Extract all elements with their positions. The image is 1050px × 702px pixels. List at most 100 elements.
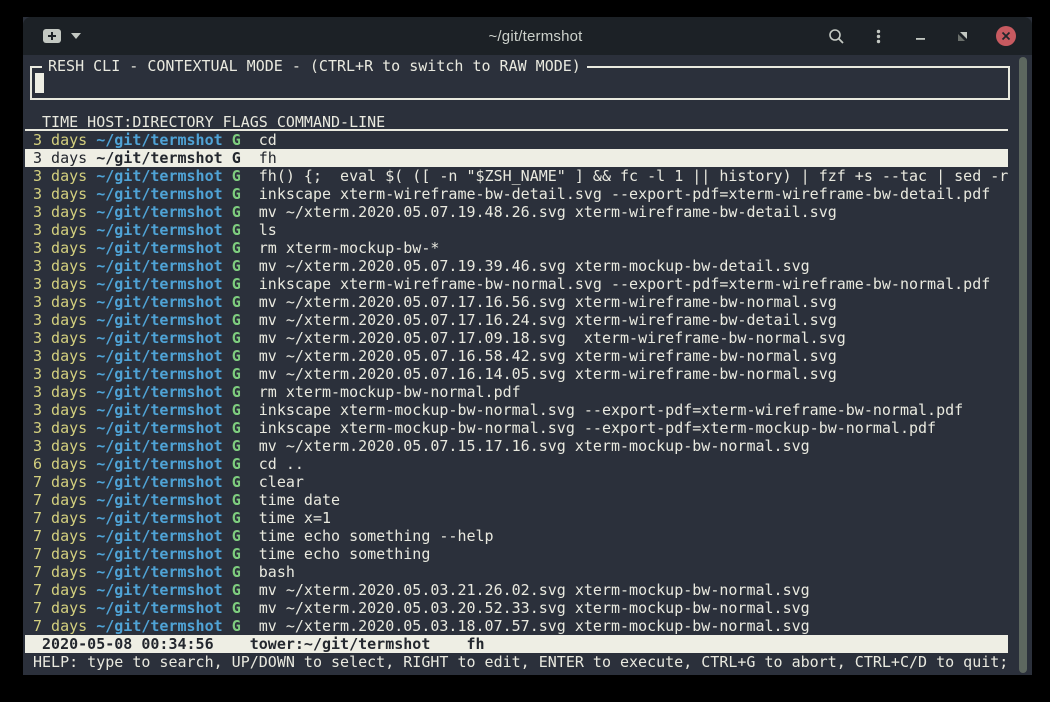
chevron-down-icon[interactable]	[71, 33, 81, 39]
search-icon	[828, 28, 845, 45]
directory-cell: ~/git/termshot	[96, 617, 222, 635]
directory-cell: ~/git/termshot	[96, 149, 222, 167]
directory-cell: ~/git/termshot	[96, 167, 222, 185]
history-row[interactable]: 7 days ~/git/termshot G time echo someth…	[25, 545, 1008, 563]
history-row[interactable]: 3 days ~/git/termshot G mv ~/xterm.2020.…	[25, 203, 1008, 221]
flag-cell: G	[232, 527, 241, 545]
directory-cell: ~/git/termshot	[96, 527, 222, 545]
terminal-window: ~/git/termshot	[23, 17, 1032, 675]
history-row[interactable]: 3 days ~/git/termshot G inkscape xterm-w…	[25, 275, 1008, 293]
command-cell: mv ~/xterm.2020.05.07.16.14.05.svg xterm…	[259, 365, 837, 383]
titlebar: ~/git/termshot	[23, 17, 1032, 55]
time-cell: 7 days	[33, 617, 87, 635]
text-cursor	[35, 73, 44, 93]
scrollbar[interactable]	[1019, 57, 1027, 673]
history-row[interactable]: 7 days ~/git/termshot G bash	[25, 563, 1008, 581]
flag-cell: G	[232, 455, 241, 473]
search-box[interactable]: RESH CLI - CONTEXTUAL MODE - (CTRL+R to …	[30, 66, 1010, 100]
history-row-selected[interactable]: 3 days ~/git/termshot G fh	[25, 149, 1008, 167]
time-cell: 3 days	[33, 401, 87, 419]
flag-cell: G	[232, 275, 241, 293]
time-cell: 7 days	[33, 473, 87, 491]
history-row[interactable]: 3 days ~/git/termshot G mv ~/xterm.2020.…	[25, 437, 1008, 455]
command-cell: mv ~/xterm.2020.05.07.17.16.24.svg xterm…	[259, 311, 837, 329]
flag-cell: G	[232, 203, 241, 221]
time-cell: 3 days	[33, 239, 87, 257]
history-row[interactable]: 7 days ~/git/termshot G mv ~/xterm.2020.…	[25, 617, 1008, 635]
history-row[interactable]: 7 days ~/git/termshot G time date	[25, 491, 1008, 509]
history-row[interactable]: 7 days ~/git/termshot G time x=1	[25, 509, 1008, 527]
history-row[interactable]: 3 days ~/git/termshot G fh() {; eval $( …	[25, 167, 1008, 185]
directory-cell: ~/git/termshot	[96, 293, 222, 311]
history-row[interactable]: 3 days ~/git/termshot G inkscape xterm-m…	[25, 419, 1008, 437]
command-cell: mv ~/xterm.2020.05.07.19.39.46.svg xterm…	[259, 257, 810, 275]
directory-cell: ~/git/termshot	[96, 131, 222, 149]
history-row[interactable]: 3 days ~/git/termshot G mv ~/xterm.2020.…	[25, 329, 1008, 347]
history-row[interactable]: 7 days ~/git/termshot G clear	[25, 473, 1008, 491]
new-tab-button[interactable]	[43, 29, 81, 43]
command-cell: inkscape xterm-wireframe-bw-detail.svg -…	[259, 185, 991, 203]
history-row[interactable]: 7 days ~/git/termshot G time echo someth…	[25, 527, 1008, 545]
history-row[interactable]: 3 days ~/git/termshot G cd	[25, 131, 1008, 149]
history-row[interactable]: 3 days ~/git/termshot G mv ~/xterm.2020.…	[25, 311, 1008, 329]
history-row[interactable]: 3 days ~/git/termshot G inkscape xterm-m…	[25, 401, 1008, 419]
flag-cell: G	[232, 149, 241, 167]
history-row[interactable]: 3 days ~/git/termshot G inkscape xterm-w…	[25, 185, 1008, 203]
command-cell: fh	[259, 149, 277, 167]
directory-cell: ~/git/termshot	[96, 239, 222, 257]
history-row[interactable]: 7 days ~/git/termshot G mv ~/xterm.2020.…	[25, 581, 1008, 599]
time-cell: 7 days	[33, 491, 87, 509]
menu-button[interactable]	[870, 28, 887, 45]
history-row[interactable]: 7 days ~/git/termshot G mv ~/xterm.2020.…	[25, 599, 1008, 617]
command-cell: clear	[259, 473, 304, 491]
command-cell: time x=1	[259, 509, 331, 527]
flag-cell: G	[232, 419, 241, 437]
directory-cell: ~/git/termshot	[96, 419, 222, 437]
close-button[interactable]	[996, 26, 1016, 46]
time-cell: 7 days	[33, 509, 87, 527]
command-cell: mv ~/xterm.2020.05.07.17.09.18.svg xterm…	[259, 329, 846, 347]
command-cell: rm xterm-mockup-bw-normal.pdf	[259, 383, 521, 401]
history-row[interactable]: 6 days ~/git/termshot G cd ..	[25, 455, 1008, 473]
status-bar: 2020-05-08 00:34:56 tower:~/git/termshot…	[25, 635, 1008, 653]
command-cell: mv ~/xterm.2020.05.03.18.07.57.svg xterm…	[259, 617, 810, 635]
directory-cell: ~/git/termshot	[96, 437, 222, 455]
restore-button[interactable]	[954, 28, 971, 45]
directory-cell: ~/git/termshot	[96, 185, 222, 203]
time-cell: 3 days	[33, 149, 87, 167]
history-row[interactable]: 3 days ~/git/termshot G mv ~/xterm.2020.…	[25, 365, 1008, 383]
flag-cell: G	[232, 185, 241, 203]
directory-cell: ~/git/termshot	[96, 203, 222, 221]
history-row[interactable]: 3 days ~/git/termshot G rm xterm-mockup-…	[25, 239, 1008, 257]
command-cell: fh() {; eval $( ([ -n "$ZSH_NAME" ] && f…	[259, 167, 1009, 185]
command-cell: mv ~/xterm.2020.05.03.20.52.33.svg xterm…	[259, 599, 810, 617]
history-row[interactable]: 3 days ~/git/termshot G rm xterm-mockup-…	[25, 383, 1008, 401]
directory-cell: ~/git/termshot	[96, 599, 222, 617]
flag-cell: G	[232, 545, 241, 563]
flag-cell: G	[232, 401, 241, 419]
history-row[interactable]: 3 days ~/git/termshot G mv ~/xterm.2020.…	[25, 257, 1008, 275]
command-cell: mv ~/xterm.2020.05.07.15.17.16.svg xterm…	[259, 437, 810, 455]
minimize-button[interactable]	[912, 28, 929, 45]
time-cell: 3 days	[33, 311, 87, 329]
time-cell: 3 days	[33, 275, 87, 293]
command-cell: cd ..	[259, 455, 304, 473]
time-cell: 6 days	[33, 455, 87, 473]
flag-cell: G	[232, 257, 241, 275]
directory-cell: ~/git/termshot	[96, 221, 222, 239]
directory-cell: ~/git/termshot	[96, 401, 222, 419]
directory-cell: ~/git/termshot	[96, 455, 222, 473]
minimize-icon	[912, 28, 929, 45]
command-cell: time date	[259, 491, 340, 509]
directory-cell: ~/git/termshot	[96, 275, 222, 293]
history-row[interactable]: 3 days ~/git/termshot G ls	[25, 221, 1008, 239]
search-button[interactable]	[828, 28, 845, 45]
history-list: 3 days ~/git/termshot G cd3 days ~/git/t…	[23, 131, 1032, 635]
time-cell: 3 days	[33, 257, 87, 275]
command-cell: mv ~/xterm.2020.05.03.21.26.02.svg xterm…	[259, 581, 810, 599]
directory-cell: ~/git/termshot	[96, 581, 222, 599]
flag-cell: G	[232, 329, 241, 347]
flag-cell: G	[232, 365, 241, 383]
history-row[interactable]: 3 days ~/git/termshot G mv ~/xterm.2020.…	[25, 347, 1008, 365]
history-row[interactable]: 3 days ~/git/termshot G mv ~/xterm.2020.…	[25, 293, 1008, 311]
